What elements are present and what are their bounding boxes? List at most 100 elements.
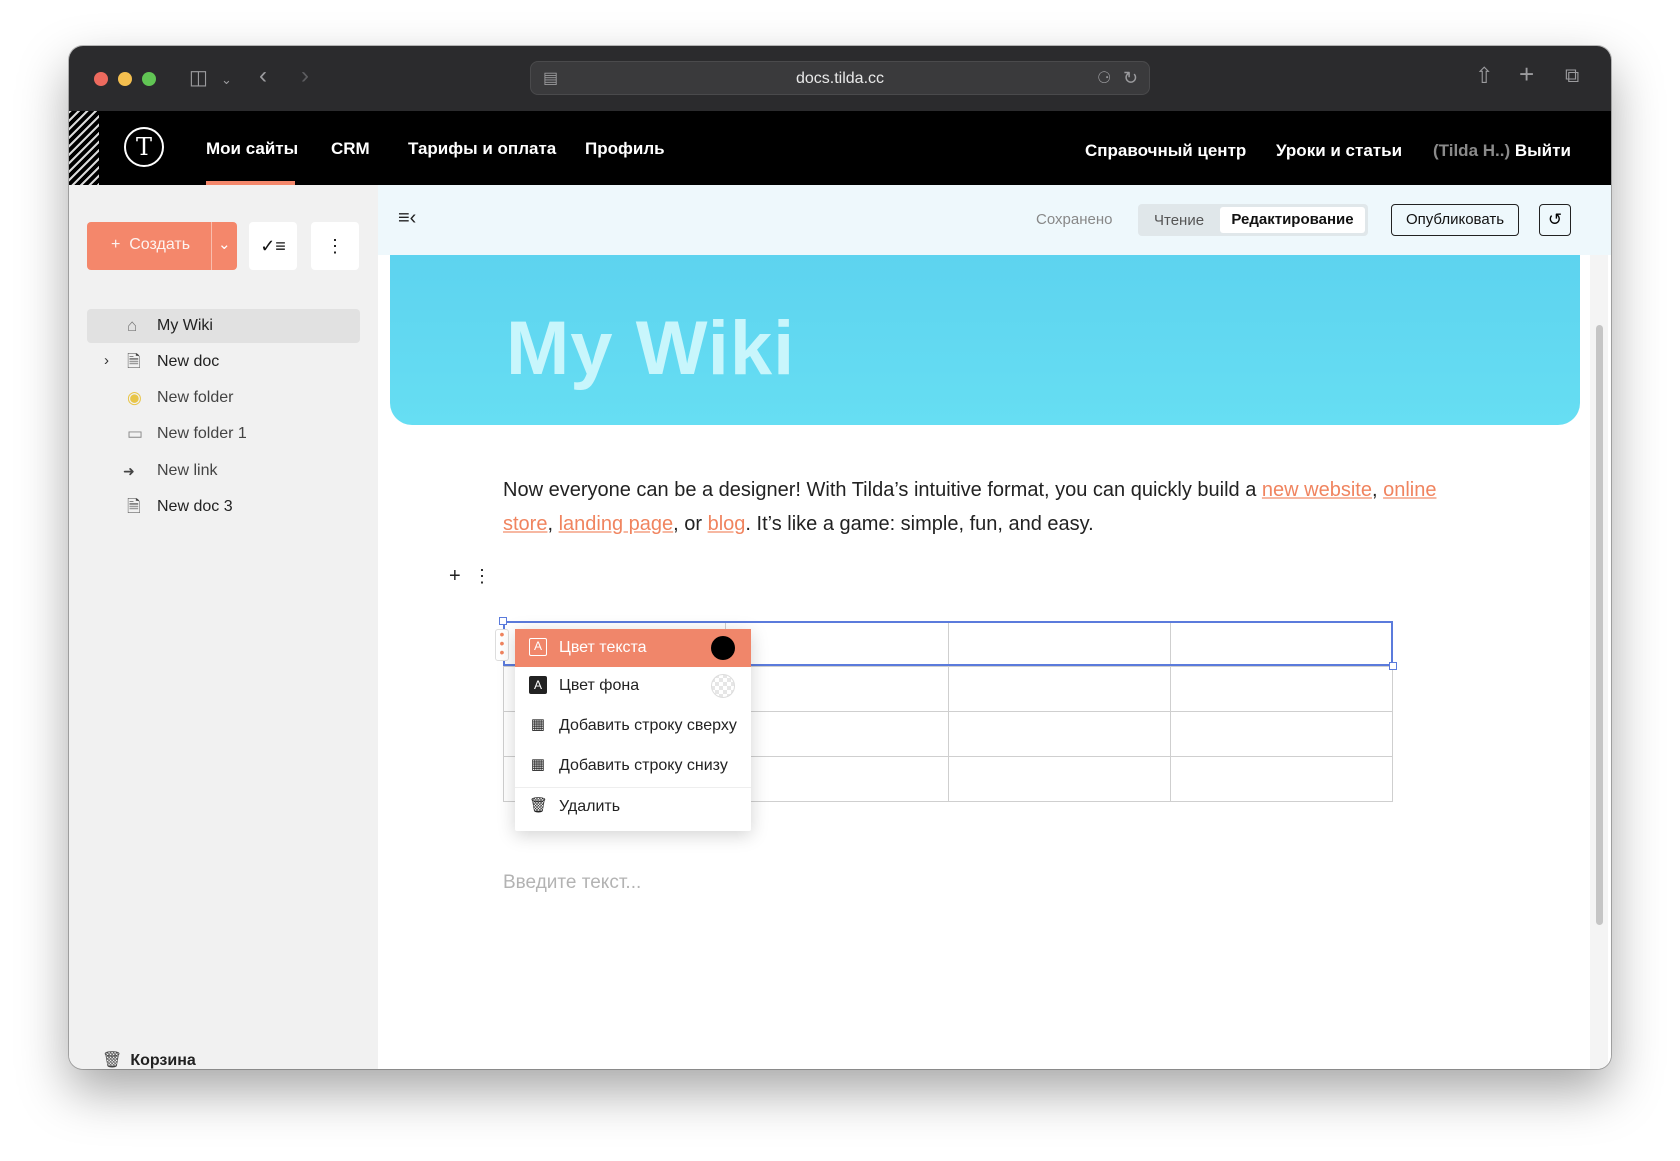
create-label: + Создать xyxy=(111,236,190,254)
forward-icon[interactable]: › xyxy=(301,64,309,88)
chevron-down-icon[interactable]: ⌄ xyxy=(221,70,232,90)
more-options-button[interactable]: ⋮ xyxy=(311,222,359,270)
nav-profile[interactable]: Профиль xyxy=(585,139,665,159)
translate-icon[interactable]: ⚆ xyxy=(1097,69,1111,89)
table-row-above-icon: ▦ xyxy=(530,716,546,733)
table-cell[interactable] xyxy=(725,711,949,757)
nav-crm[interactable]: CRM xyxy=(331,139,370,159)
menu-item-delete[interactable]: 🗑 Удалить xyxy=(515,787,751,826)
close-window-button[interactable] xyxy=(94,72,108,86)
background-color-icon: A xyxy=(529,676,547,694)
checklist-button[interactable]: ✓≡ xyxy=(249,222,297,270)
text-color-swatch[interactable] xyxy=(711,636,735,660)
history-icon[interactable]: ↺ xyxy=(1539,204,1571,236)
link-new-website[interactable]: new website xyxy=(1262,479,1372,501)
new-tab-icon[interactable]: + xyxy=(1519,61,1534,87)
menu-item-label: Цвет текста xyxy=(559,639,647,656)
menu-item-label: Удалить xyxy=(559,798,621,815)
tree-item-label: New link xyxy=(157,462,218,479)
share-icon[interactable]: ⇧ xyxy=(1475,65,1493,87)
row-context-menu: A Цвет текста A Цвет фона ▦ Добавить стр… xyxy=(515,629,751,831)
document-lock-icon: 🗎 xyxy=(127,497,141,516)
tree-item-label: New folder xyxy=(157,389,234,406)
menu-item-background-color[interactable]: A Цвет фона xyxy=(515,667,751,705)
table-cell[interactable] xyxy=(947,756,1171,802)
table-cell[interactable] xyxy=(725,666,949,712)
text-placeholder[interactable]: Введите текст... xyxy=(503,872,641,894)
zoom-window-button[interactable] xyxy=(142,72,156,86)
mode-read-button[interactable]: Чтение xyxy=(1154,212,1204,229)
url-text: docs.tilda.cc xyxy=(795,70,885,87)
mode-switch: Чтение Редактирование xyxy=(1138,204,1368,236)
logout-link[interactable]: Выйти xyxy=(1515,141,1571,160)
address-bar[interactable]: ▤ docs.tilda.cc ⚆ ↻ xyxy=(530,61,1150,95)
sidebar-toggle-icon[interactable]: ◫ xyxy=(189,68,208,88)
minimize-window-button[interactable] xyxy=(118,72,132,86)
browser-titlebar: ◫ ⌄ ‹ › ▤ docs.tilda.cc ⚆ ↻ ⇧ + ⧉ xyxy=(69,46,1611,111)
chevron-down-icon[interactable]: ⌄ xyxy=(218,235,231,253)
tilda-logo[interactable]: T xyxy=(124,127,164,167)
add-block-icon[interactable]: + xyxy=(449,565,461,588)
table-cell[interactable] xyxy=(947,666,1171,712)
tree-item-new-doc-3[interactable]: 🗎 New doc 3 xyxy=(87,490,360,524)
more-vertical-icon: ⋮ xyxy=(326,236,344,256)
page-cover: My Wiki xyxy=(390,255,1580,425)
trash-link[interactable]: 🗑 Корзина xyxy=(102,1050,196,1069)
menu-item-add-row-below[interactable]: ▦ Добавить строку снизу xyxy=(515,747,751,785)
user-name: (Tilda H..) xyxy=(1433,141,1511,160)
chevron-right-icon[interactable]: › xyxy=(104,352,109,369)
scrollbar-thumb[interactable] xyxy=(1596,325,1603,925)
soon-arrow-icon: ➜ xyxy=(123,463,135,479)
nav-my-sites[interactable]: Мои сайты xyxy=(206,139,298,159)
table-cell[interactable] xyxy=(1169,711,1394,757)
reload-icon[interactable]: ↻ xyxy=(1123,68,1138,88)
tilda-topnav: T Мои сайты CRM Тарифы и оплата Профиль … xyxy=(69,111,1611,185)
collapse-sidebar-icon[interactable]: ≡‹ xyxy=(398,207,416,230)
menu-item-add-row-above[interactable]: ▦ Добавить строку сверху xyxy=(515,707,751,745)
publish-button[interactable]: Опубликовать xyxy=(1391,204,1519,236)
intro-paragraph[interactable]: Now everyone can be a designer! With Til… xyxy=(503,473,1443,541)
create-button[interactable]: + Создать ⌄ xyxy=(87,222,237,270)
nav-help-center[interactable]: Справочный центр xyxy=(1085,141,1246,161)
create-text: Создать xyxy=(129,236,191,253)
tab-overview-icon[interactable]: ⧉ xyxy=(1565,66,1579,86)
row-menu-icon[interactable]: • • • xyxy=(495,627,509,661)
background-color-swatch[interactable] xyxy=(711,674,735,698)
create-divider xyxy=(211,222,212,270)
save-status: Сохранено xyxy=(1036,211,1113,228)
separator: , xyxy=(547,513,559,535)
browser-window: ◫ ⌄ ‹ › ▤ docs.tilda.cc ⚆ ↻ ⇧ + ⧉ T Мои … xyxy=(69,46,1611,1069)
table-cell[interactable] xyxy=(1169,666,1394,712)
table-cell[interactable] xyxy=(725,756,949,802)
table-cell[interactable] xyxy=(947,711,1171,757)
tree-item-new-link[interactable]: ➜ New link xyxy=(87,454,360,488)
trash-icon: 🗑 xyxy=(102,1052,123,1069)
trash-icon: 🗑 xyxy=(529,797,549,814)
mode-edit-button[interactable]: Редактирование xyxy=(1220,207,1365,233)
separator: , or xyxy=(673,513,708,535)
link-blog[interactable]: blog xyxy=(708,513,746,535)
selection-handle[interactable] xyxy=(1389,662,1397,670)
link-landing-page[interactable]: landing page xyxy=(559,513,674,535)
checklist-icon: ✓≡ xyxy=(260,236,286,256)
lightbulb-icon: ◉ xyxy=(127,388,142,407)
page-title[interactable]: My Wiki xyxy=(506,305,795,392)
menu-item-label: Цвет фона xyxy=(559,677,640,694)
selection-handle[interactable] xyxy=(499,617,507,625)
tree-item-new-folder[interactable]: ◉ New folder xyxy=(87,381,360,415)
nav-lessons[interactable]: Уроки и статьи xyxy=(1276,141,1402,161)
plus-icon: + xyxy=(111,236,121,253)
sidebar: + Создать ⌄ ✓≡ ⋮ ⌂ My Wiki › 🗎 New doc ◉… xyxy=(69,185,378,1069)
block-menu-icon[interactable]: ⋮ xyxy=(473,566,491,587)
tree-item-label: My Wiki xyxy=(157,317,213,334)
menu-item-text-color[interactable]: A Цвет текста xyxy=(515,629,751,667)
back-icon[interactable]: ‹ xyxy=(259,64,267,88)
table-cell[interactable] xyxy=(1169,756,1394,802)
nav-pricing[interactable]: Тарифы и оплата xyxy=(408,139,556,159)
trash-label: Корзина xyxy=(130,1052,196,1069)
tree-item-my-wiki[interactable]: ⌂ My Wiki xyxy=(87,309,360,343)
tree-item-new-folder-1[interactable]: ▭ New folder 1 xyxy=(87,417,360,451)
nav-user[interactable]: (Tilda H..) Выйти xyxy=(1433,141,1571,161)
tree-item-new-doc[interactable]: › 🗎 New doc xyxy=(87,345,360,379)
folder-icon: ▭ xyxy=(127,424,144,443)
